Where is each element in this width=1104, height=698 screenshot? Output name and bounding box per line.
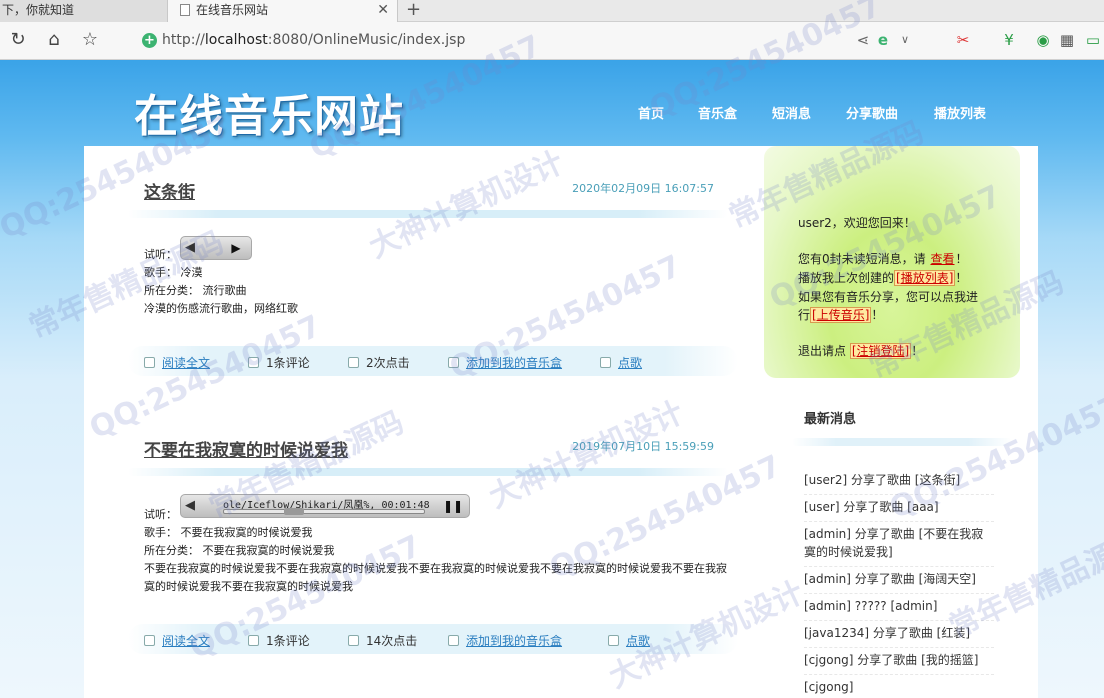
comment-icon	[600, 357, 611, 368]
add-to-music-box-link[interactable]: 添加到我的音乐盒	[448, 632, 562, 649]
news-item[interactable]: [admin] 分享了歌曲 [海阔天空]	[804, 567, 994, 594]
posts-column: 这条街 2020年02月09日 16:07:57 ◀ ▶ 试听： 歌手： 冷漠 …	[84, 146, 754, 698]
comment-count: 1条评论	[248, 354, 310, 371]
tab-previous[interactable]: 下，你就知道	[0, 0, 168, 22]
nav-music-box[interactable]: 音乐盒	[698, 103, 737, 122]
e-icon[interactable]: e	[874, 30, 892, 50]
read-more-link[interactable]: 阅读全文	[144, 632, 210, 649]
comment-icon	[348, 635, 359, 646]
comment-icon	[448, 635, 459, 646]
read-more-link[interactable]: 阅读全文	[144, 354, 210, 371]
site-page: 在线音乐网站 首页 音乐盒 短消息 分享歌曲 播放列表 这条街 2020年02月…	[0, 60, 1104, 698]
comment-icon	[348, 357, 359, 368]
money-icon[interactable]: ¥	[1000, 30, 1018, 50]
preview-label: 试听：	[144, 508, 177, 521]
preview-label: 试听：	[144, 248, 177, 261]
comment-icon	[448, 357, 459, 368]
post-title[interactable]: 这条街	[144, 178, 195, 203]
nav-share-song[interactable]: 分享歌曲	[846, 103, 898, 122]
view-messages-link[interactable]: 查看	[929, 252, 955, 266]
post-date: 2020年02月09日 16:07:57	[572, 182, 714, 195]
post-body: 试听： 歌手： 冷漠 所在分类： 流行歌曲 冷漠的伤感流行歌曲，网络红歌	[144, 246, 734, 318]
upload-music-link[interactable]: [上传音乐]	[810, 307, 872, 323]
share-icon[interactable]: ⋖	[854, 30, 872, 50]
news-item[interactable]: [admin] ????? [admin]	[804, 594, 994, 621]
request-song-link[interactable]: 点歌	[600, 354, 642, 371]
new-tab-icon[interactable]: +	[406, 0, 421, 20]
news-item[interactable]: [user] 分享了歌曲 [aaa]	[804, 495, 994, 522]
post-separator	[128, 468, 728, 476]
news-item[interactable]: [cjgong]	[804, 675, 994, 698]
post-separator	[128, 210, 728, 218]
unread-line: 您有0封未读短消息，请 查看！	[798, 252, 968, 266]
star-icon[interactable]: ☆	[78, 28, 102, 52]
scissors-icon[interactable]: ✂	[954, 30, 972, 50]
comment-count: 1条评论	[248, 632, 310, 649]
nav-playlist[interactable]: 播放列表	[934, 103, 986, 122]
url-field[interactable]: + http://localhost:8080/OnlineMusic/inde…	[130, 27, 910, 55]
post-description: 冷漠的伤感流行歌曲，网络红歌	[144, 302, 298, 315]
news-item[interactable]: [java1234] 分享了歌曲 [红装]	[804, 621, 994, 648]
click-count: 14次点击	[348, 632, 417, 649]
news-item[interactable]: [admin] 分享了歌曲 [不要在我寂寞的时候说爱我]	[804, 522, 994, 567]
singer-line: 歌手： 冷漠	[144, 266, 203, 279]
playlist-line: 播放我上次创建的 [播放列表]！	[798, 270, 968, 286]
category-line: 所在分类： 流行歌曲	[144, 284, 247, 297]
battery-icon[interactable]: ▭	[1084, 30, 1102, 50]
post-title[interactable]: 不要在我寂寞的时候说爱我	[144, 436, 348, 461]
page-icon	[180, 4, 190, 16]
logout-line: 退出请点 [注销登陆]！	[798, 343, 924, 359]
news-title: 最新消息	[804, 412, 857, 427]
logout-link[interactable]: [注销登陆]	[849, 343, 912, 359]
comment-icon	[248, 635, 259, 646]
document-icon	[144, 635, 155, 646]
shield-icon: +	[142, 33, 157, 48]
request-song-link[interactable]: 点歌	[608, 632, 650, 649]
welcome-text: user2，欢迎您回来！	[798, 216, 916, 230]
content-area: 这条街 2020年02月09日 16:07:57 ◀ ▶ 试听： 歌手： 冷漠 …	[84, 146, 1038, 698]
close-icon[interactable]: ✕	[377, 0, 389, 20]
nav-home[interactable]: 首页	[638, 103, 664, 122]
url-text: http://localhost:8080/OnlineMusic/index.…	[162, 32, 466, 48]
playlist-link[interactable]: [播放列表]	[894, 270, 956, 286]
post-footer: 阅读全文 1条评论 14次点击 添加到我的音乐盒 点歌	[128, 624, 738, 654]
chevron-down-icon[interactable]: ∨	[896, 30, 914, 50]
home-icon[interactable]: ⌂	[42, 28, 66, 52]
sidebar: user2，欢迎您回来！ 您有0封未读短消息，请 查看！ 播放我上次创建的 [播放…	[764, 146, 1020, 698]
refresh-icon[interactable]: ↻	[6, 28, 30, 52]
add-to-music-box-link[interactable]: 添加到我的音乐盒	[448, 354, 562, 371]
share-line-1: 如果您有音乐分享，您可以点我进	[798, 290, 979, 304]
user-panel: user2，欢迎您回来！ 您有0封未读短消息，请 查看！ 播放我上次创建的 [播放…	[764, 146, 1020, 378]
news-item[interactable]: [user2] 分享了歌曲 [这条街]	[804, 468, 994, 495]
category-line: 所在分类： 不要在我寂寞的时候说爱我	[144, 544, 335, 557]
post-body: 试听： 歌手： 不要在我寂寞的时候说爱我 所在分类： 不要在我寂寞的时候说爱我 …	[144, 506, 734, 596]
site-logo[interactable]: 在线音乐网站	[134, 80, 404, 144]
grid-icon[interactable]: ▦	[1058, 30, 1076, 50]
comment-icon	[608, 635, 619, 646]
tab-active[interactable]: 在线音乐网站 ✕	[168, 0, 398, 22]
news-item[interactable]: [cjgong] 分享了歌曲 [我的摇篮]	[804, 648, 994, 675]
post-description: 不要在我寂寞的时候说爱我不要在我寂寞的时候说爱我不要在我寂寞的时候说爱我不要在我…	[144, 562, 727, 593]
comment-icon	[248, 357, 259, 368]
nav-messages[interactable]: 短消息	[772, 103, 811, 122]
singer-line: 歌手： 不要在我寂寞的时候说爱我	[144, 526, 313, 539]
address-bar: ↻ ⌂ ☆ + http://localhost:8080/OnlineMusi…	[0, 22, 1104, 60]
document-icon	[144, 357, 155, 368]
extension-icon[interactable]: ◉	[1034, 30, 1052, 50]
browser-tab-bar: 下，你就知道 在线音乐网站 ✕ +	[0, 0, 1104, 22]
post-date: 2019年07月10日 15:59:59	[572, 440, 714, 453]
news-list: [user2] 分享了歌曲 [这条街] [user] 分享了歌曲 [aaa] […	[804, 468, 994, 698]
tab-title: 在线音乐网站	[196, 3, 269, 17]
post-footer: 阅读全文 1条评论 2次点击 添加到我的音乐盒 点歌	[128, 346, 738, 376]
click-count: 2次点击	[348, 354, 410, 371]
news-separator	[792, 438, 1012, 446]
share-line-2: 行 [上传音乐]！	[798, 307, 884, 323]
